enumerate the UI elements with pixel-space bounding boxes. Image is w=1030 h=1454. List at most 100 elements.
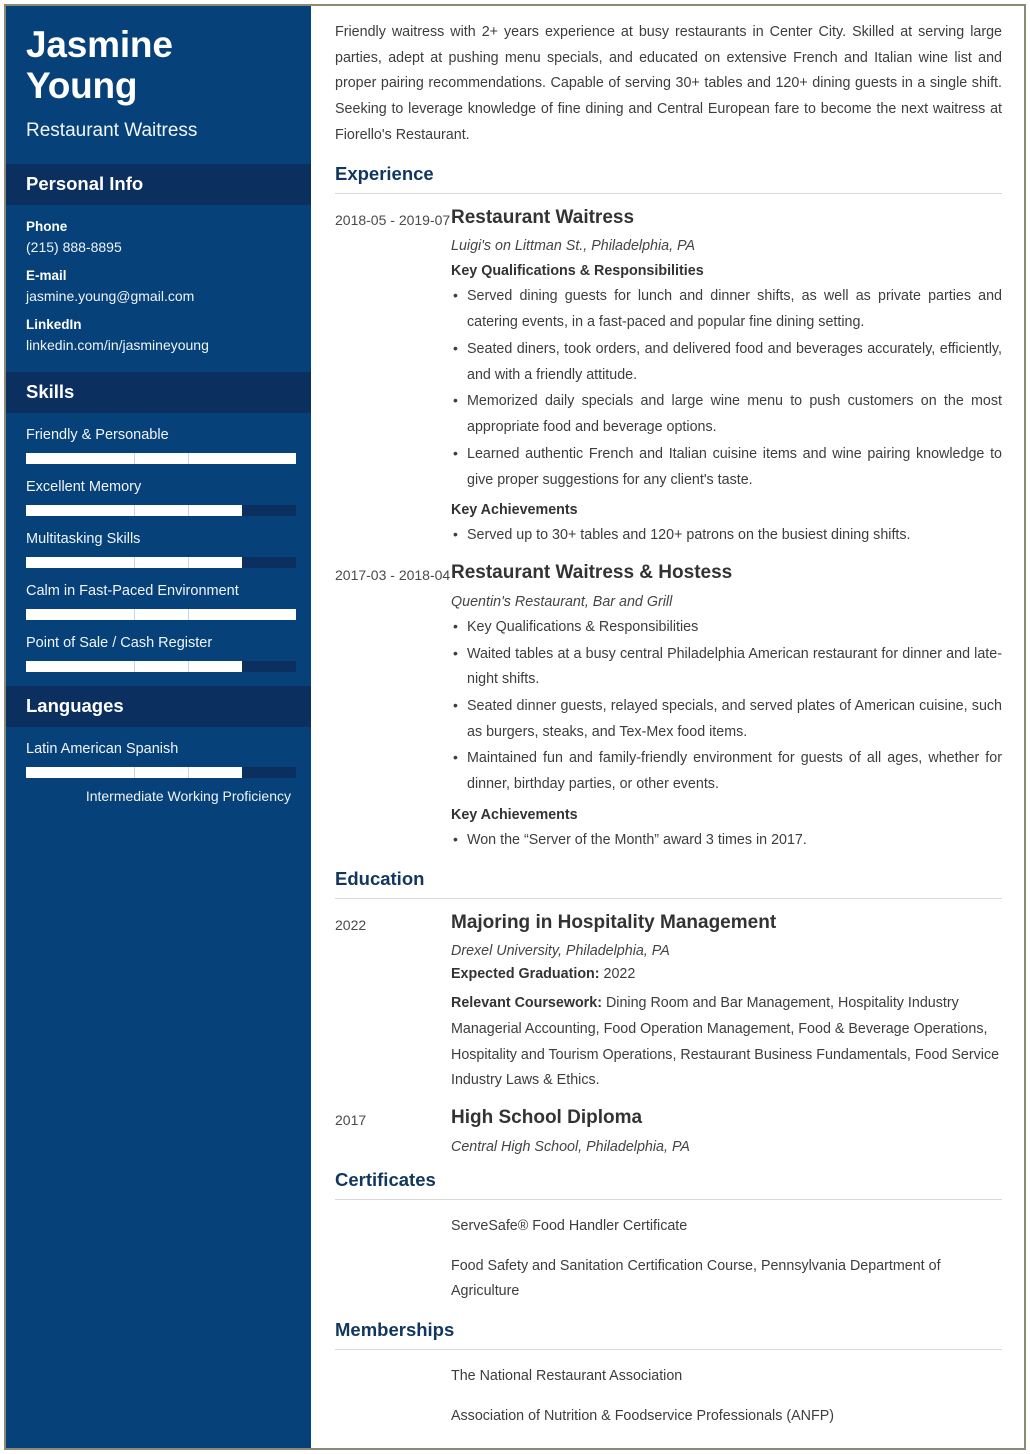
experience-date: 2017-03 - 2018-04 xyxy=(335,567,451,584)
skill-label: Calm in Fast-Paced Environment xyxy=(26,582,239,599)
experience-org: Quentin's Restaurant, Bar and Grill xyxy=(451,593,673,610)
candidate-job-title: Restaurant Waitress xyxy=(26,119,198,141)
skill-progress-tick xyxy=(188,452,189,464)
certificate-item: Food Safety and Sanitation Certification… xyxy=(451,1257,941,1300)
main-content: Friendly waitress with 2+ years experien… xyxy=(311,6,1024,1448)
contact-value[interactable]: (215) 888-8895 xyxy=(26,239,291,255)
education-body: High School Diploma Central High School, … xyxy=(451,1106,1002,1155)
certificate-item: ServeSafe® Food Handler Certificate xyxy=(451,1217,688,1234)
personal-info-list: Phone (215) 888-8895 E-mail jasmine.young@g… xyxy=(6,205,311,372)
contact-label: LinkedIn xyxy=(26,316,82,332)
bullet-item: Maintained fun and family-friendly envir… xyxy=(451,745,1002,797)
experience-achievements-list: Won the “Server of the Month” award 3 ti… xyxy=(451,827,1002,854)
contact-label: Phone xyxy=(26,218,68,234)
skill-progress-tick xyxy=(188,608,189,620)
skill-progress-bar xyxy=(26,766,296,778)
bullet-item: Memorized daily specials and large wine … xyxy=(451,388,1002,440)
candidate-name: Jasmine Young xyxy=(26,24,173,107)
sidebar-section-title-languages: Languages xyxy=(6,685,311,727)
education-entry: 2022 Majoring in Hospitality Management Dr… xyxy=(335,911,1002,1094)
experience-entry: 2017-03 - 2018-04 Restaurant Waitress & H… xyxy=(335,561,1002,854)
experience-qualifications-list: Served dining guests for lunch and dinne… xyxy=(451,283,1002,493)
skills-list: Friendly & Personable Excellent Memory Mul… xyxy=(6,413,311,686)
experience-date: 2018-05 - 2019-07 xyxy=(335,211,451,228)
skill-progress-tick xyxy=(188,504,189,516)
skill-progress-tick xyxy=(188,766,189,778)
sidebar-section-title-skills: Skills xyxy=(6,371,311,413)
bullet-item: Seated dinner guests, relayed specials, … xyxy=(451,693,1002,745)
experience-role: Restaurant Waitress xyxy=(451,206,635,228)
education-degree: Majoring in Hospitality Management xyxy=(451,911,777,933)
skill-progress-tick xyxy=(134,608,135,620)
skill-progress-bar xyxy=(26,660,296,672)
certificates-entries: ServeSafe® Food Handler Certificate Food … xyxy=(335,1214,1002,1305)
education-entries: 2022 Majoring in Hospitality Management Dr… xyxy=(335,911,1002,1155)
section-title-certificates: Certificates xyxy=(335,1169,1002,1200)
languages-list: Latin American Spanish Intermediate Worki… xyxy=(6,727,311,818)
bullet-item: Served dining guests for lunch and dinne… xyxy=(451,283,1002,335)
experience-entries: 2018-05 - 2019-07 Restaurant Waitress Luig… xyxy=(335,206,1002,854)
education-school: Central High School, Philadelphia, PA xyxy=(451,1138,690,1155)
skill-progress-tick xyxy=(134,766,135,778)
education-date: 2017 xyxy=(335,1112,367,1129)
sidebar-section-title-personal-info: Personal Info xyxy=(6,163,311,205)
skill-item: Calm in Fast-Paced Environment xyxy=(26,582,296,620)
bullet-item: Learned authentic French and Italian cui… xyxy=(451,441,1002,493)
education-coursework: Relevant Coursework: Dining Room and Bar… xyxy=(451,995,1000,1089)
section-education: Education 2022 Majoring in Hospitality Ma… xyxy=(335,868,1002,1155)
section-memberships: Memberships The National Restaurant Asso… xyxy=(335,1319,1002,1429)
skill-item: Friendly & Personable xyxy=(26,427,296,464)
contact-item: Phone (215) 888-8895 xyxy=(26,219,291,255)
language-item: Latin American Spanish Intermediate Worki… xyxy=(26,740,296,804)
skill-progress-tick xyxy=(188,660,189,672)
section-certificates: Certificates ServeSafe® Food Handler Cer… xyxy=(335,1169,1002,1305)
education-entry: 2017 High School Diploma Central High Scho… xyxy=(335,1106,1002,1155)
education-graduation: Expected Graduation: 2022 xyxy=(451,966,636,983)
bullet-item: Served up to 30+ tables and 120+ patrons… xyxy=(451,522,1002,549)
resume-sheet: Jasmine Young Restaurant Waitress Person… xyxy=(4,4,1026,1450)
skill-progress-fill xyxy=(26,452,296,464)
skill-label: Multitasking Skills xyxy=(26,530,141,547)
skill-progress-bar xyxy=(26,556,296,568)
skill-progress-tick xyxy=(134,504,135,516)
language-label: Latin American Spanish xyxy=(26,740,179,757)
experience-achievements-list: Served up to 30+ tables and 120+ patrons… xyxy=(451,522,1002,549)
contact-value[interactable]: jasmine.young@gmail.com xyxy=(26,288,291,304)
education-date: 2022 xyxy=(335,916,367,933)
contact-value[interactable]: linkedin.com/in/jasmineyoung xyxy=(26,337,291,353)
bullet-item: Seated diners, took orders, and delivere… xyxy=(451,336,1002,388)
bullet-item: Won the “Server of the Month” award 3 ti… xyxy=(451,827,1002,854)
experience-body: Restaurant Waitress & Hostess Quentin's R… xyxy=(451,561,1002,854)
experience-qualifications-list: Key Qualifications & ResponsibilitiesWai… xyxy=(451,614,1002,798)
membership-item: Association of Nutrition & Foodservice P… xyxy=(451,1407,834,1424)
skill-progress-bar xyxy=(26,504,296,516)
section-title-education: Education xyxy=(335,868,1002,899)
skill-progress-bar xyxy=(26,452,296,464)
contact-item: LinkedIn linkedin.com/in/jasmineyoung xyxy=(26,317,291,353)
skill-progress-fill xyxy=(26,608,296,620)
memberships-entries: The National Restaurant Association Assoc… xyxy=(335,1364,1002,1429)
section-title-experience: Experience xyxy=(335,163,1002,194)
sidebar-header: Jasmine Young Restaurant Waitress xyxy=(6,6,311,164)
bullet-item: Waited tables at a busy central Philadel… xyxy=(451,641,1002,693)
education-body: Majoring in Hospitality Management Drexel… xyxy=(451,911,1002,1094)
membership-item: The National Restaurant Association xyxy=(451,1368,683,1385)
experience-qualifications-heading: Key Qualifications & Responsibilities xyxy=(451,263,704,280)
skill-item: Excellent Memory xyxy=(26,478,296,516)
experience-achievements-heading: Key Achievements xyxy=(451,502,578,519)
skill-item: Multitasking Skills xyxy=(26,530,296,568)
skill-label: Point of Sale / Cash Register xyxy=(26,634,213,651)
skill-progress-tick xyxy=(134,660,135,672)
skill-progress-tick xyxy=(134,452,135,464)
skill-label: Excellent Memory xyxy=(26,478,142,495)
resume-page: Jasmine Young Restaurant Waitress Person… xyxy=(0,0,1030,1454)
skill-progress-bar xyxy=(26,608,296,620)
skill-item: Point of Sale / Cash Register xyxy=(26,634,296,672)
experience-achievements-heading: Key Achievements xyxy=(451,806,578,823)
language-proficiency-note: Intermediate Working Proficiency xyxy=(85,787,291,804)
skill-progress-tick xyxy=(134,556,135,568)
professional-summary: Friendly waitress with 2+ years experien… xyxy=(335,24,1002,143)
education-school: Drexel University, Philadelphia, PA xyxy=(451,943,670,960)
section-title-memberships: Memberships xyxy=(335,1319,1002,1351)
experience-entry: 2018-05 - 2019-07 Restaurant Waitress Luig… xyxy=(335,206,1002,549)
